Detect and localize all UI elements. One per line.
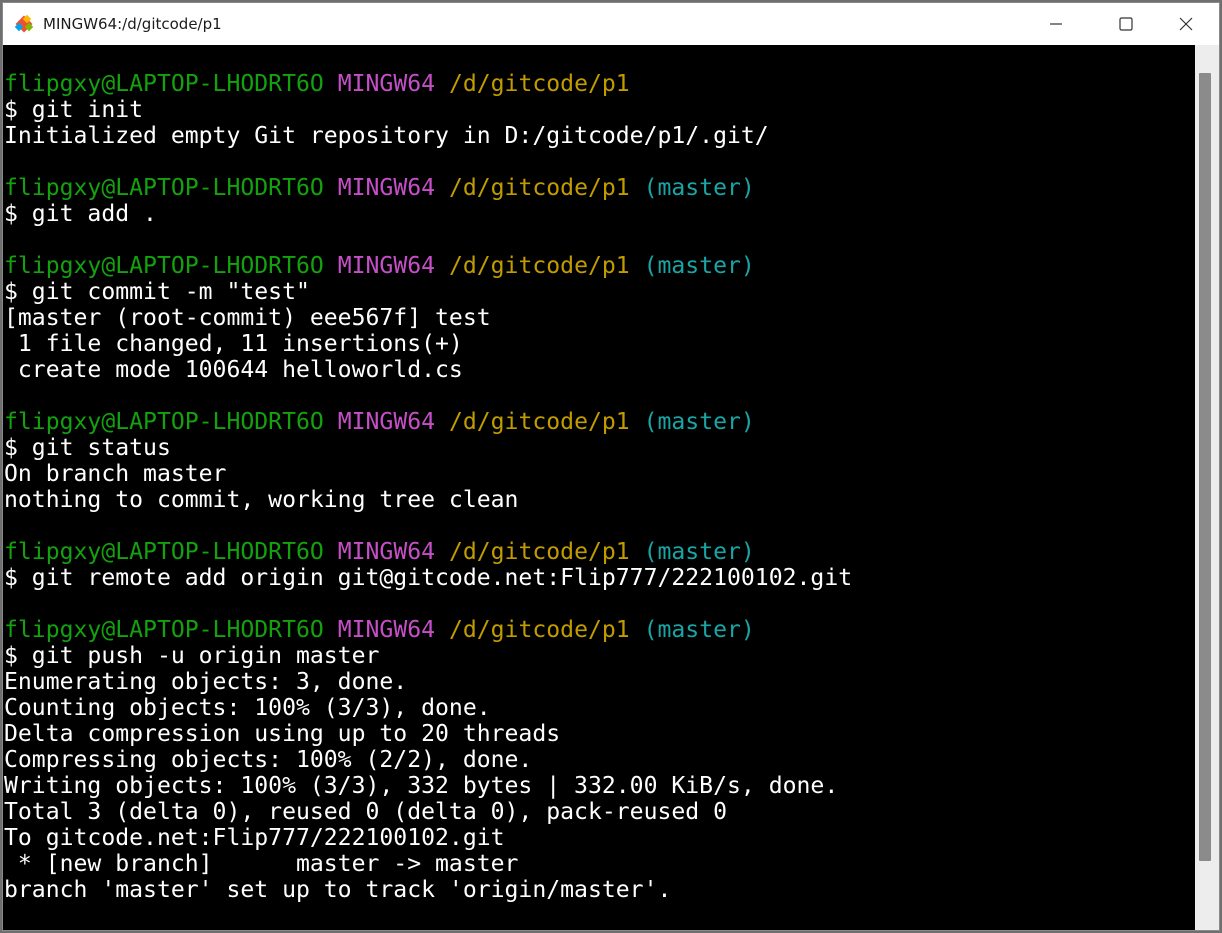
output-line: Initialized empty Git repository in D:/g… (4, 123, 769, 149)
output-line: * [new branch] master -> master (4, 851, 519, 877)
prompt-user: flipgxy@LAPTOP-LHODRT6O (4, 175, 324, 201)
output-line: Counting objects: 100% (3/3), done. (4, 695, 491, 721)
minimize-icon (1050, 23, 1062, 25)
output-line: Compressing objects: 100% (2/2), done. (4, 747, 533, 773)
command-line: $ git remote add origin git@gitcode.net:… (4, 565, 853, 591)
command-line: $ git status (4, 435, 171, 461)
output-line: Writing objects: 100% (3/3), 332 bytes |… (4, 773, 839, 799)
prompt-line: flipgxy@LAPTOP-LHODRT6O MINGW64 /d/gitco… (4, 539, 1195, 565)
prompt-line: flipgxy@LAPTOP-LHODRT6O MINGW64 /d/gitco… (4, 253, 1195, 279)
output-line: Delta compression using up to 20 threads (4, 721, 561, 747)
vertical-scrollbar[interactable] (1195, 45, 1219, 930)
terminal-output[interactable]: flipgxy@LAPTOP-LHODRT6O MINGW64 /d/gitco… (3, 45, 1195, 930)
prompt-line: flipgxy@LAPTOP-LHODRT6O MINGW64 /d/gitco… (4, 71, 1195, 97)
prompt-path: /d/gitcode/p1 (448, 71, 630, 97)
prompt-host: MINGW64 (337, 409, 436, 435)
prompt-path: /d/gitcode/p1 (448, 617, 630, 643)
prompt-line: flipgxy@LAPTOP-LHODRT6O MINGW64 /d/gitco… (4, 617, 1195, 643)
prompt-branch: (master) (643, 539, 755, 565)
prompt-branch: (master) (643, 409, 755, 435)
prompt-line: flipgxy@LAPTOP-LHODRT6O MINGW64 /d/gitco… (4, 409, 1195, 435)
prompt-user: flipgxy@LAPTOP-LHODRT6O (4, 617, 324, 643)
command-line: $ git push -u origin master (4, 643, 380, 669)
prompt-user: flipgxy@LAPTOP-LHODRT6O (4, 539, 324, 565)
command-line: $ git add . (4, 201, 157, 227)
prompt-line: flipgxy@LAPTOP-LHODRT6O MINGW64 /d/gitco… (4, 175, 1195, 201)
close-button[interactable] (1163, 3, 1209, 45)
prompt-user: flipgxy@LAPTOP-LHODRT6O (4, 71, 324, 97)
output-line: Enumerating objects: 3, done. (4, 669, 408, 695)
command-line: $ git init (4, 97, 144, 123)
prompt-user: flipgxy@LAPTOP-LHODRT6O (4, 409, 324, 435)
maximize-button[interactable] (1103, 3, 1149, 45)
output-line: 1 file changed, 11 insertions(+) (4, 331, 463, 357)
prompt-branch: (master) (643, 617, 755, 643)
command-line: $ git commit -m "test" (4, 279, 310, 305)
prompt-path: /d/gitcode/p1 (448, 409, 630, 435)
output-line: To gitcode.net:Flip777/222100102.git (4, 825, 505, 851)
prompt-user: flipgxy@LAPTOP-LHODRT6O (4, 253, 324, 279)
minimize-button[interactable] (1033, 3, 1079, 45)
prompt-host: MINGW64 (337, 539, 436, 565)
prompt-host: MINGW64 (337, 175, 436, 201)
title-bar[interactable]: MINGW64:/d/gitcode/p1 (3, 3, 1219, 45)
prompt-host: MINGW64 (337, 617, 436, 643)
output-line: create mode 100644 helloworld.cs (4, 357, 463, 383)
window-title: MINGW64:/d/gitcode/p1 (43, 15, 222, 33)
output-line: Total 3 (delta 0), reused 0 (delta 0), p… (4, 799, 727, 825)
scrollbar-thumb[interactable] (1199, 73, 1211, 861)
output-line: branch 'master' set up to track 'origin/… (4, 877, 672, 903)
prompt-path: /d/gitcode/p1 (448, 539, 630, 565)
prompt-branch: (master) (643, 253, 755, 279)
prompt-path: /d/gitcode/p1 (448, 253, 630, 279)
terminal-lines: flipgxy@LAPTOP-LHODRT6O MINGW64 /d/gitco… (4, 71, 1195, 903)
prompt-host: MINGW64 (337, 253, 436, 279)
git-icon (14, 14, 34, 33)
prompt-host: MINGW64 (337, 71, 436, 97)
output-line: nothing to commit, working tree clean (4, 487, 519, 513)
output-line: [master (root-commit) eee567f] test (4, 305, 491, 331)
maximize-icon (1119, 17, 1133, 31)
close-icon (1179, 17, 1193, 31)
terminal-window: MINGW64:/d/gitcode/p1 flipgxy@LAPTOP-LHO… (2, 2, 1220, 931)
output-line: On branch master (4, 461, 227, 487)
prompt-branch: (master) (643, 175, 755, 201)
prompt-path: /d/gitcode/p1 (448, 175, 630, 201)
